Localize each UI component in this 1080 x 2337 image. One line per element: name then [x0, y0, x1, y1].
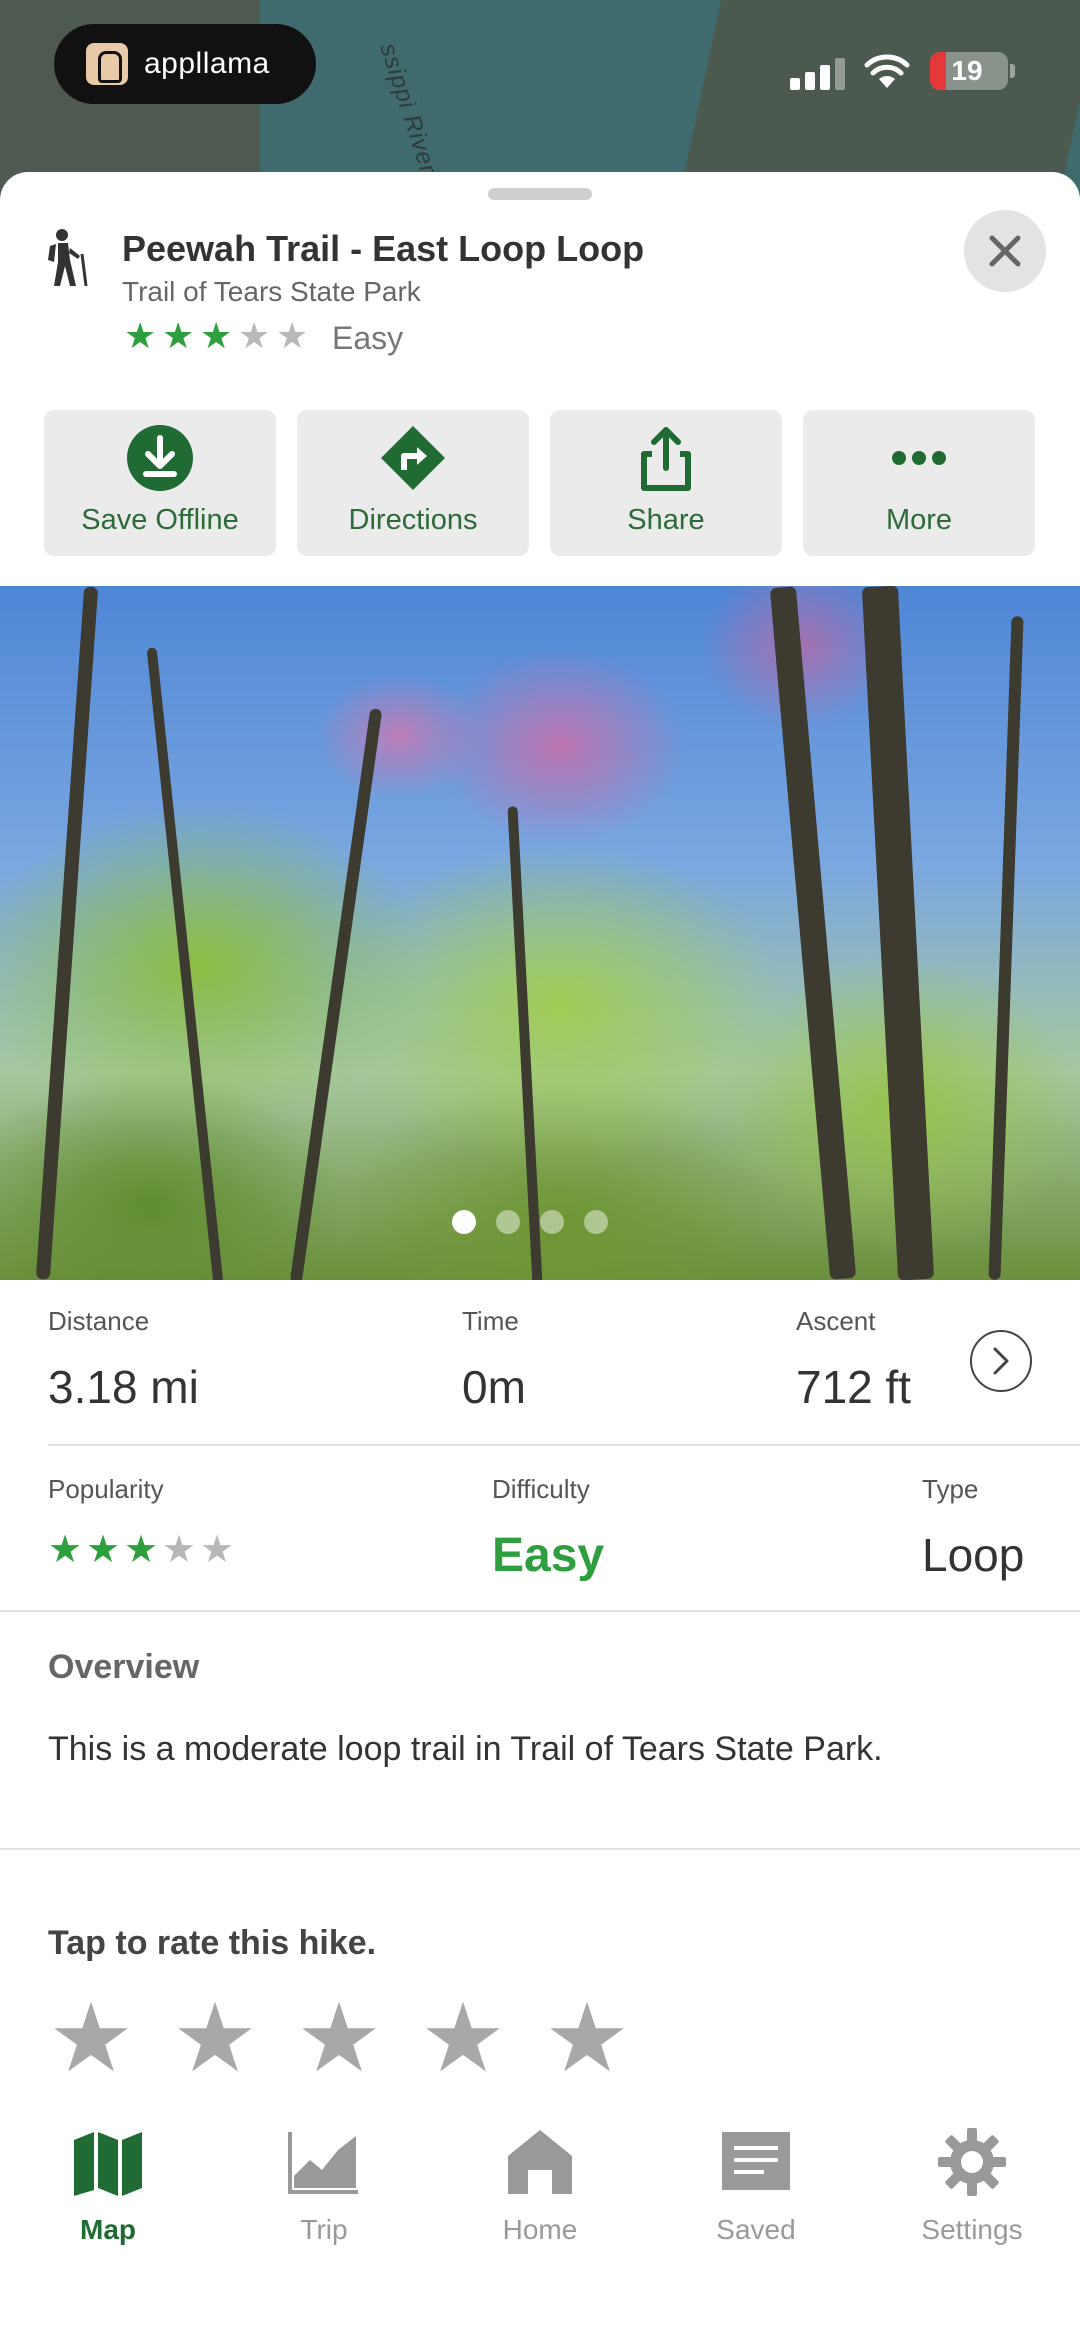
- tree-trunk: [289, 707, 383, 1280]
- hiker-icon: [48, 229, 88, 287]
- chevron-right-icon: [993, 1347, 1009, 1375]
- rate-hike-title: Tap to rate this hike.: [48, 1924, 377, 1962]
- carousel-page-dots[interactable]: [452, 1210, 608, 1234]
- turn-right-diamond-icon: [381, 426, 445, 490]
- tree-trunk: [146, 647, 224, 1280]
- trail-title: Peewah Trail - East Loop Loop: [122, 228, 645, 269]
- star-icon: ★: [124, 1529, 159, 1571]
- star-icon: ★: [86, 1529, 121, 1571]
- trail-detail-sheet: Peewah Trail - East Loop Loop Trail of T…: [0, 172, 1080, 2337]
- divider: [48, 1444, 1080, 1446]
- ascent-value: 712 ft: [796, 1361, 912, 1413]
- star-icon: ★: [276, 315, 309, 356]
- battery-level: 19: [951, 55, 983, 86]
- save-offline-label: Save Offline: [81, 504, 239, 536]
- star-icon: ★: [162, 1529, 197, 1571]
- share-icon: [641, 427, 691, 491]
- app-indicator-pill[interactable]: appllama: [54, 24, 316, 104]
- cellular-signal-icon: [790, 58, 846, 90]
- star-icon: ★: [238, 315, 271, 356]
- tree-trunk: [769, 586, 857, 1280]
- share-button[interactable]: Share: [550, 410, 782, 556]
- trip-chart-icon: [288, 2132, 358, 2194]
- save-offline-button[interactable]: Save Offline: [44, 410, 276, 556]
- page-dot[interactable]: [540, 1210, 564, 1234]
- popularity-label: Popularity: [48, 1474, 164, 1504]
- rate-star-5-button[interactable]: ★: [544, 1991, 668, 2087]
- tab-trip-label: Trip: [300, 2214, 348, 2245]
- trail-difficulty-label: Easy: [332, 320, 404, 356]
- rate-star-3-button[interactable]: ★: [296, 1991, 420, 2087]
- tab-settings-label: Settings: [921, 2214, 1023, 2245]
- tab-saved[interactable]: Saved: [648, 2126, 864, 2266]
- sheet-grabber[interactable]: [488, 188, 592, 200]
- tree-trunk: [988, 615, 1024, 1280]
- share-label: Share: [627, 504, 705, 536]
- tab-settings[interactable]: Settings: [864, 2126, 1080, 2266]
- trail-photo-carousel[interactable]: [0, 586, 1080, 1280]
- ascent-label: Ascent: [796, 1306, 876, 1336]
- star-icon: ★: [124, 315, 157, 356]
- more-dots-icon: [892, 451, 946, 465]
- llama-logo-icon: [86, 43, 128, 85]
- tree-trunk: [507, 806, 543, 1280]
- distance-label: Distance: [48, 1306, 150, 1336]
- saved-folder-icon: [722, 2132, 790, 2190]
- page-dot[interactable]: [496, 1210, 520, 1234]
- home-icon: [508, 2130, 572, 2194]
- rate-star-2-button[interactable]: ★: [172, 1991, 296, 2087]
- tree-trunk: [35, 586, 99, 1280]
- rate-hike-stars: ★ ★ ★ ★ ★: [48, 1991, 668, 2087]
- page-dot[interactable]: [452, 1210, 476, 1234]
- overview-text: This is a moderate loop trail in Trail o…: [48, 1730, 883, 1768]
- time-label: Time: [462, 1306, 519, 1336]
- tab-map[interactable]: Map: [0, 2126, 216, 2266]
- tab-home-label: Home: [502, 2214, 578, 2245]
- overview-title: Overview: [48, 1648, 200, 1686]
- app-name: appllama: [144, 47, 270, 80]
- star-icon: ★: [200, 1529, 235, 1571]
- map-icon: [74, 2132, 142, 2196]
- time-value: 0m: [462, 1361, 526, 1413]
- star-icon: ★: [162, 315, 195, 356]
- tab-home[interactable]: Home: [432, 2126, 648, 2266]
- status-bar: appllama 19: [0, 0, 1080, 140]
- type-value: Loop: [922, 1529, 1025, 1581]
- popularity-stars: ★ ★ ★ ★ ★: [48, 1529, 238, 1571]
- tab-map-label: Map: [80, 2214, 136, 2245]
- divider: [0, 1610, 1080, 1612]
- tab-trip[interactable]: Trip: [216, 2126, 432, 2266]
- battery-icon: 19: [930, 52, 1008, 90]
- tree-trunk: [861, 586, 935, 1280]
- action-buttons: Save Offline Directions Share More: [44, 410, 1036, 556]
- close-icon: [989, 235, 1021, 267]
- download-circle-icon: [127, 425, 193, 491]
- difficulty-value: Easy: [492, 1529, 605, 1582]
- gear-icon: [938, 2128, 1006, 2196]
- star-icon: ★: [200, 315, 233, 356]
- more-label: More: [885, 504, 953, 536]
- star-icon: ★: [48, 1529, 83, 1571]
- more-button[interactable]: More: [803, 410, 1035, 556]
- park-name: Trail of Tears State Park: [122, 276, 421, 307]
- bottom-tab-bar: Map Trip Home Saved Settings: [0, 2104, 1080, 2337]
- directions-label: Directions: [348, 504, 478, 536]
- directions-button[interactable]: Directions: [297, 410, 529, 556]
- close-button[interactable]: [964, 210, 1046, 292]
- trail-rating-stars: ★ ★ ★ ★ ★: [124, 318, 314, 354]
- page-dot[interactable]: [584, 1210, 608, 1234]
- difficulty-label: Difficulty: [492, 1474, 590, 1504]
- wifi-icon: [864, 54, 910, 88]
- rate-star-4-button[interactable]: ★: [420, 1991, 544, 2087]
- tab-saved-label: Saved: [716, 2214, 796, 2245]
- rate-star-1-button[interactable]: ★: [48, 1991, 172, 2087]
- type-label: Type: [922, 1474, 979, 1504]
- distance-value: 3.18 mi: [48, 1361, 199, 1413]
- stats-more-button[interactable]: [970, 1330, 1032, 1392]
- divider: [0, 1848, 1080, 1850]
